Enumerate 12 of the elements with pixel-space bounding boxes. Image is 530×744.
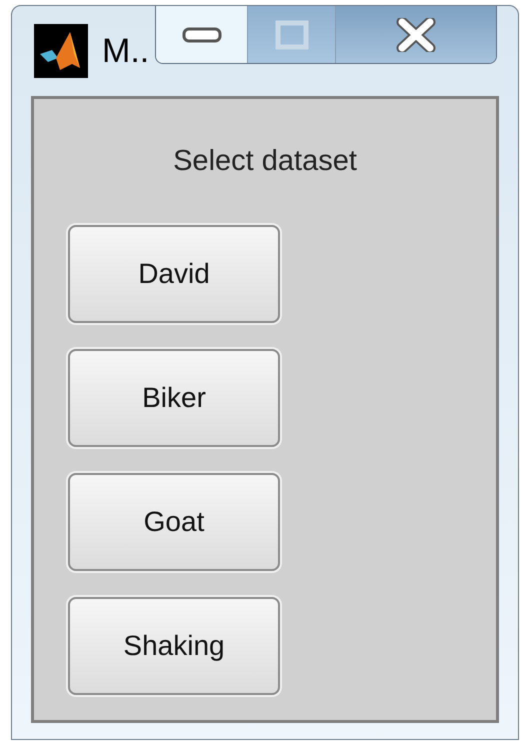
app-logo-icon: [34, 24, 88, 78]
dataset-button[interactable]: David: [68, 225, 280, 323]
close-button[interactable]: [336, 6, 496, 63]
minimize-button[interactable]: [156, 6, 248, 63]
maximize-icon: [274, 20, 309, 50]
dataset-button[interactable]: Shaking: [68, 597, 280, 695]
window-title: M..: [102, 30, 150, 72]
close-icon: [396, 18, 436, 52]
dataset-button[interactable]: Goat: [68, 473, 280, 571]
panel-heading: Select dataset: [173, 144, 357, 180]
dataset-button[interactable]: Biker: [68, 349, 280, 447]
minimize-icon: [182, 26, 222, 44]
